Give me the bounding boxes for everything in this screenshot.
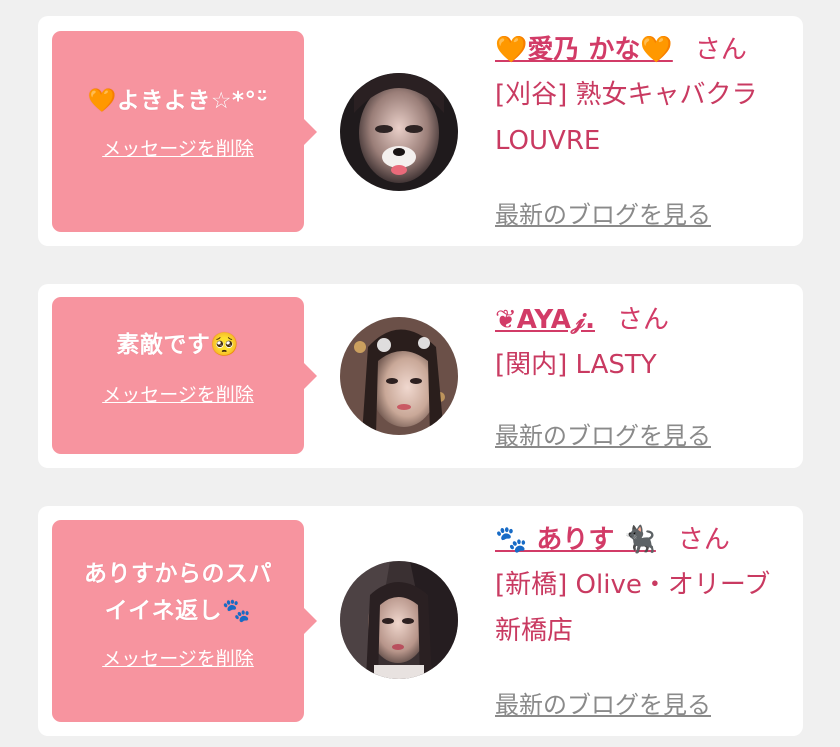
delete-message-link[interactable]: メッセージを削除: [102, 380, 254, 407]
message-text: 🧡よきよき☆*°ᵕ̈: [87, 88, 269, 114]
shop-line: [関内] LASTY: [495, 350, 657, 380]
message-bubble: ありすからのスパ イイネ返し🐾 メッセージを削除: [52, 520, 317, 722]
honorific: さん: [694, 35, 747, 65]
message-bubble: 🧡よきよき☆*°ᵕ̈ メッセージを削除: [52, 31, 317, 232]
user-avatar-photo: [340, 73, 458, 191]
shop-name: [新橋] Olive・オリーブ 新橋店: [495, 562, 795, 654]
shop-line: LOUVRE: [495, 126, 601, 156]
message-card: ありすからのスパ イイネ返し🐾 メッセージを削除: [38, 506, 803, 736]
latest-blog-link[interactable]: 最新のブログを見る: [495, 685, 711, 720]
sender-name-link[interactable]: 🐾 ありす 🐈‍⬛: [495, 525, 656, 555]
avatar[interactable]: [340, 73, 458, 191]
user-avatar-photo: [340, 561, 458, 679]
sender-info: 🐾 ありす 🐈‍⬛ さん [新橋] Olive・オリーブ 新橋店 最新のブログを見…: [495, 522, 795, 722]
delete-message-link[interactable]: メッセージを削除: [102, 644, 254, 671]
avatar[interactable]: [340, 317, 458, 435]
shop-line: 新橋店: [495, 616, 574, 646]
shop-name: [関内] LASTY: [495, 342, 795, 388]
sender-name-row: 🐾 ありす 🐈‍⬛ さん: [495, 522, 795, 558]
message-list: 🧡よきよき☆*°ᵕ̈ メッセージを削除 🧡愛乃 かな🧡 さん [刈谷] 熟女キャ…: [0, 0, 840, 747]
avatar[interactable]: [340, 561, 458, 679]
sender-name-row: ❦AYA𝒿. さん: [495, 302, 795, 338]
message-text: イイネ返し🐾: [104, 598, 252, 624]
latest-blog-link[interactable]: 最新のブログを見る: [495, 195, 711, 230]
message-text: 素敵です🥺: [116, 332, 240, 358]
sender-name-link[interactable]: 🧡愛乃 かな🧡: [495, 35, 673, 65]
shop-name: [刈谷] 熟女キャバクラ LOUVRE: [495, 72, 795, 164]
message-text: ありすからのスパ: [84, 561, 272, 587]
delete-message-link[interactable]: メッセージを削除: [102, 134, 254, 161]
sender-info: 🧡愛乃 かな🧡 さん [刈谷] 熟女キャバクラ LOUVRE 最新のブログを見る: [495, 32, 795, 232]
shop-line: [刈谷] 熟女キャバクラ: [495, 80, 758, 110]
shop-line: [新橋] Olive・オリーブ: [495, 570, 771, 600]
latest-blog-link[interactable]: 最新のブログを見る: [495, 416, 711, 451]
honorific: さん: [677, 525, 730, 555]
sender-info: ❦AYA𝒿. さん [関内] LASTY 最新のブログを見る: [495, 302, 795, 452]
message-card: 🧡よきよき☆*°ᵕ̈ メッセージを削除 🧡愛乃 かな🧡 さん [刈谷] 熟女キャ…: [38, 16, 803, 246]
honorific: さん: [616, 305, 669, 335]
user-avatar-photo: [340, 317, 458, 435]
message-card: 素敵です🥺 メッセージを削除 ❦AYA𝒿. さん [関内] LASTY 最新のブ…: [38, 284, 803, 468]
message-bubble: 素敵です🥺 メッセージを削除: [52, 297, 317, 454]
sender-name-link[interactable]: ❦AYA𝒿.: [495, 305, 595, 335]
sender-name-row: 🧡愛乃 かな🧡 さん: [495, 32, 795, 68]
